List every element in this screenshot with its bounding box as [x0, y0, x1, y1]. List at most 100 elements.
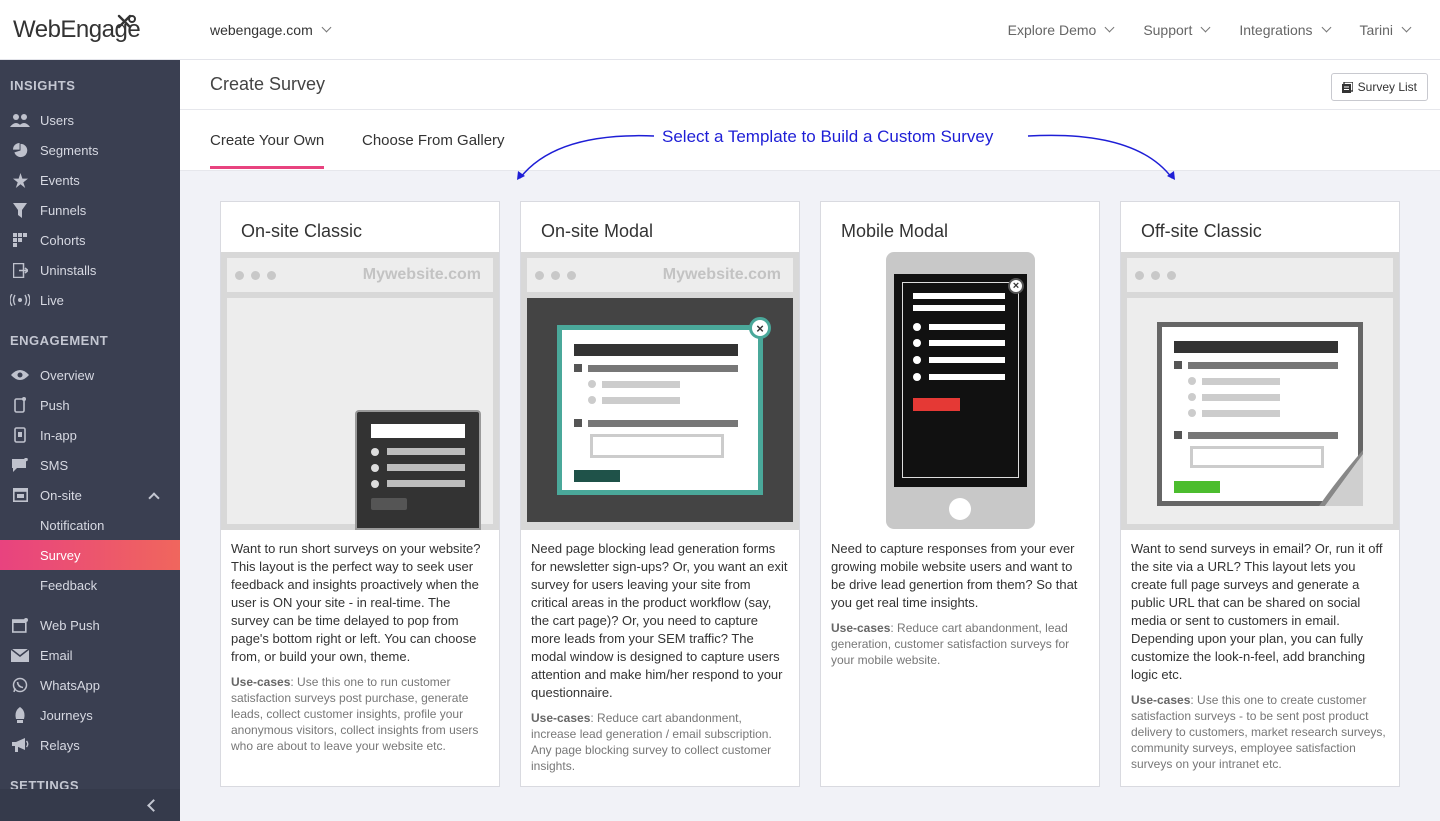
nav-explore-demo[interactable]: Explore Demo: [1008, 22, 1115, 38]
card-title: Mobile Modal: [841, 221, 949, 241]
sidebar-item-label: Push: [40, 397, 70, 413]
sidebar-item-email[interactable]: Email: [0, 640, 180, 670]
nav-label: Integrations: [1239, 21, 1313, 38]
page-header: Create Survey Survey List: [180, 60, 1440, 110]
sidebar-sub-feedback[interactable]: Feedback: [0, 570, 180, 600]
exit-icon: [10, 262, 30, 278]
tab-create-your-own[interactable]: Create Your Own: [210, 132, 325, 169]
sidebar-item-users[interactable]: Users: [0, 105, 180, 135]
section-insights: INSIGHTS: [10, 78, 76, 93]
in-app-icon: [10, 427, 30, 443]
sidebar-item-label: Cohorts: [40, 232, 86, 248]
survey-list-button[interactable]: Survey List: [1330, 73, 1428, 101]
page-title: Create Survey: [210, 74, 326, 94]
preview-offsite-classic: [1121, 252, 1399, 530]
sidebar-item-label: Relays: [40, 737, 80, 753]
sidebar-sub-notification[interactable]: Notification: [0, 510, 180, 540]
card-usecases: Use-cases: Reduce cart abandonment, lead…: [831, 620, 1089, 668]
modal-close-icon: ×: [749, 317, 771, 339]
sidebar-item-label: Events: [40, 172, 80, 188]
sidebar-item-funnels[interactable]: Funnels: [0, 195, 180, 225]
journey-icon: [10, 707, 30, 723]
sidebar-item-label: Funnels: [40, 202, 87, 218]
template-card-onsite-classic[interactable]: On-site Classic Mywebsite.com Want to ru…: [220, 201, 500, 787]
sidebar-item-relays[interactable]: Relays: [0, 730, 180, 760]
mock-phone: ×: [886, 252, 1035, 529]
chevron-down-icon: [321, 22, 332, 33]
sidebar-item-overview[interactable]: Overview: [0, 360, 180, 390]
sidebar-item-label: Web Push: [40, 617, 100, 633]
star-icon: [10, 172, 30, 188]
sidebar: INSIGHTS Users Segments Events Funnels C…: [0, 60, 180, 821]
browser-window-icon: [10, 487, 30, 503]
users-icon: [10, 112, 30, 128]
pie-chart-icon: [10, 142, 30, 158]
phone-home-button: [949, 498, 971, 520]
sidebar-sub-label: Survey: [40, 547, 81, 563]
sidebar-item-label: SMS: [40, 457, 69, 473]
sidebar-item-push[interactable]: Push: [0, 390, 180, 420]
template-card-mobile-modal[interactable]: Mobile Modal × Need to capture responses…: [820, 201, 1100, 787]
sidebar-item-uninstalls[interactable]: Uninstalls: [0, 255, 180, 285]
preview-mobile-modal: ×: [821, 252, 1099, 530]
grid-icon: [10, 232, 30, 248]
phone-close-icon: ×: [1008, 278, 1024, 294]
sidebar-item-onsite[interactable]: On-site: [0, 480, 180, 510]
chevron-down-icon: [1104, 22, 1115, 33]
top-nav: Explore Demo Support Integrations Tarini: [1008, 22, 1440, 38]
browser-bar: [1127, 258, 1393, 292]
template-card-onsite-modal[interactable]: On-site Modal Mywebsite.com × Need page …: [520, 201, 800, 787]
megaphone-icon: [10, 737, 30, 753]
sidebar-item-label: WhatsApp: [40, 677, 100, 693]
preview-onsite-classic: Mywebsite.com: [221, 252, 499, 530]
card-description: Want to send surveys in email? Or, run i…: [1131, 541, 1383, 682]
sidebar-item-sms[interactable]: SMS: [0, 450, 180, 480]
sidebar-sub-survey[interactable]: Survey: [0, 540, 180, 570]
sidebar-item-journeys[interactable]: Journeys: [0, 700, 180, 730]
envelope-icon: [10, 647, 30, 663]
sidebar-sub-label: Notification: [40, 517, 105, 533]
sidebar-item-events[interactable]: Events: [0, 165, 180, 195]
sidebar-item-segments[interactable]: Segments: [0, 135, 180, 165]
sidebar-item-live[interactable]: Live: [0, 285, 180, 315]
card-title: Off-site Classic: [1141, 221, 1262, 241]
sidebar-collapse-bar[interactable]: [0, 789, 180, 821]
card-body: Need to capture responses from your ever…: [821, 530, 1099, 680]
page-curl-corner: [1319, 450, 1363, 506]
main-content: Create Survey Survey List Create Your Ow…: [180, 60, 1440, 821]
tab-choose-from-gallery[interactable]: Choose From Gallery: [362, 132, 505, 166]
nav-integrations[interactable]: Integrations: [1239, 21, 1331, 38]
card-description: Need page blocking lead generation forms…: [531, 541, 788, 700]
chevron-left-icon[interactable]: [147, 798, 160, 812]
card-title: On-site Modal: [541, 221, 654, 241]
chevron-down-icon: [1401, 22, 1412, 33]
card-description: Need to capture responses from your ever…: [831, 541, 1078, 610]
sidebar-item-cohorts[interactable]: Cohorts: [0, 225, 180, 255]
eye-icon: [10, 367, 30, 383]
chevron-down-icon: [1200, 22, 1211, 33]
sidebar-item-whatsapp[interactable]: WhatsApp: [0, 670, 180, 700]
domain-label: webengage.com: [210, 21, 313, 38]
template-card-offsite-classic[interactable]: Off-site Classic Want to send surveys in…: [1120, 201, 1400, 787]
mobile-push-icon: [10, 397, 30, 413]
annotation-arrow-right: [1027, 134, 1175, 180]
sidebar-item-inapp[interactable]: In-app: [0, 420, 180, 450]
nav-label: Tarini: [1359, 21, 1393, 38]
card-usecases: Use-cases: Use this one to run customer …: [231, 674, 489, 754]
nav-user-menu[interactable]: Tarini: [1359, 21, 1412, 38]
card-usecases: Use-cases: Reduce cart abandonment, incr…: [531, 710, 789, 774]
phone-modal: [902, 282, 1019, 478]
sidebar-sub-label: Feedback: [40, 577, 98, 593]
chat-bubble-icon: [10, 457, 30, 473]
sidebar-item-web-push[interactable]: Web Push: [0, 610, 180, 640]
browser-bar: Mywebsite.com: [227, 258, 493, 292]
domain-selector[interactable]: webengage.com: [210, 21, 332, 38]
list-icon: [1341, 81, 1353, 93]
annotation-text: Select a Template to Build a Custom Surv…: [662, 127, 994, 146]
card-body: Want to run short surveys on your websit…: [221, 530, 499, 766]
card-description: Want to run short surveys on your websit…: [231, 541, 481, 664]
nav-support[interactable]: Support: [1143, 22, 1211, 38]
card-title: On-site Classic: [241, 221, 363, 241]
webengage-logo[interactable]: WebEngage: [0, 0, 180, 60]
card-body: Want to send surveys in email? Or, run i…: [1121, 530, 1399, 784]
